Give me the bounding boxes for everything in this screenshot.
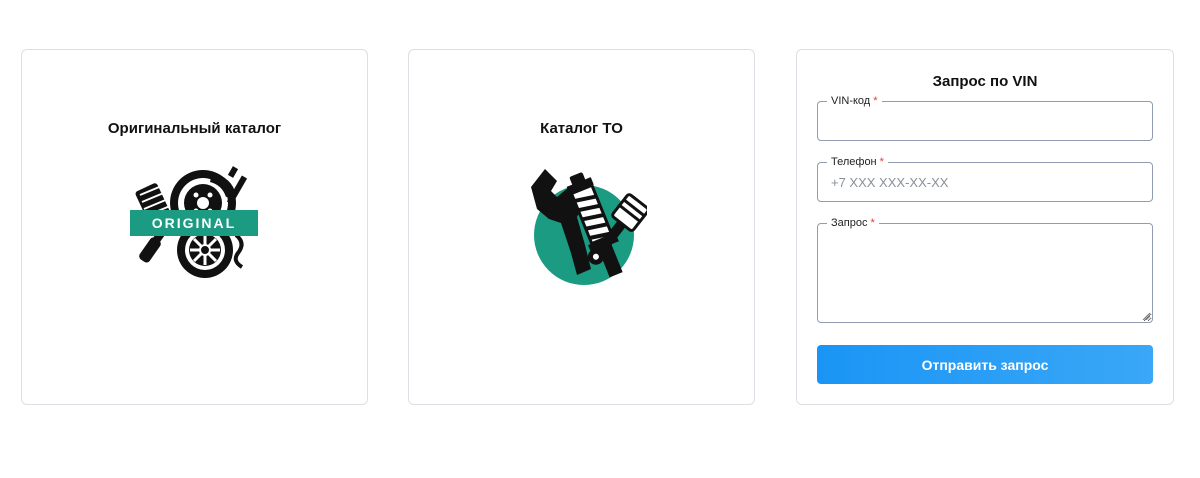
- phone-field-label: Телефон *: [827, 155, 888, 169]
- page: Оригинальный каталог ORIGINAL Каталог ТО…: [0, 0, 1200, 478]
- vin-request-card: Запрос по VIN VIN-код* Телефон* Запрос* …: [796, 49, 1174, 405]
- original-catalog-title: Оригинальный каталог: [107, 120, 282, 137]
- vin-field: VIN-код *: [817, 94, 1153, 141]
- original-parts-icon: ORIGINAL: [129, 166, 258, 278]
- submit-request-button[interactable]: Отправить запрос: [817, 345, 1153, 384]
- vin-field-label: VIN-код *: [827, 94, 882, 108]
- maintenance-tools-icon: [530, 169, 647, 285]
- maintenance-catalog-title: Каталог ТО: [540, 120, 623, 137]
- original-catalog-card[interactable]: Оригинальный каталог ORIGINAL: [21, 49, 368, 405]
- maintenance-catalog-card[interactable]: Каталог ТО: [408, 49, 755, 405]
- request-field-label: Запрос *: [827, 216, 879, 230]
- phone-field: Телефон *: [817, 155, 1153, 202]
- request-field: Запрос *: [817, 216, 1153, 323]
- request-textarea[interactable]: [818, 224, 1152, 322]
- vin-request-title: Запрос по VIN: [932, 73, 1038, 90]
- original-badge-text: ORIGINAL: [151, 215, 235, 231]
- resize-handle-icon[interactable]: [1142, 312, 1150, 320]
